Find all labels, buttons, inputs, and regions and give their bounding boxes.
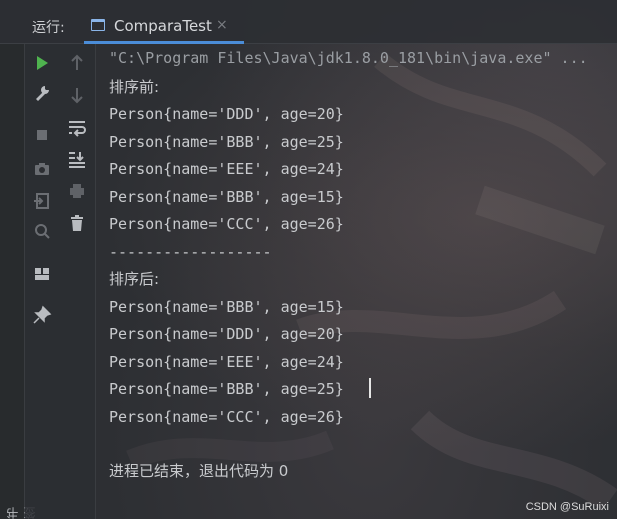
scroll-to-end-icon[interactable] (66, 148, 88, 170)
login-icon[interactable] (31, 190, 53, 212)
watermark: CSDN @SuRuixi (525, 501, 609, 513)
arrow-up-icon[interactable] (66, 52, 88, 74)
run-tab-bar: 运行: ComparaTest × (0, 0, 617, 44)
console-output[interactable]: "C:\Program Files\Java\jdk1.8.0_181\bin\… (96, 44, 617, 519)
console-line: Person{name='EEE', age=24} (109, 160, 344, 178)
camera-icon[interactable] (31, 158, 53, 180)
run-label: 运行: (32, 20, 65, 36)
stop-icon[interactable] (31, 124, 53, 146)
pin-icon[interactable] (31, 304, 53, 326)
console-line: Person{name='CCC', age=26} (109, 408, 344, 426)
console-line: Person{name='DDD', age=20} (109, 105, 344, 123)
console-line: Person{name='BBB', age=25} (109, 133, 344, 151)
separator-line: ------------------ (109, 243, 272, 261)
zoom-icon[interactable] (31, 220, 53, 242)
console-line: Person{name='CCC', age=26} (109, 215, 344, 233)
console-line: Person{name='EEE', age=24} (109, 353, 344, 371)
tab-title: ComparaTest (114, 17, 212, 35)
console-line: Person{name='BBB', age=15} (109, 298, 344, 316)
wrench-icon[interactable] (31, 82, 53, 104)
run-tool-window: 运行: ComparaTest × 书签 (0, 0, 617, 519)
console-tab-icon (91, 19, 105, 31)
run-toolbar-secondary (58, 44, 96, 519)
console-line: Person{name='BBB', age=25} (109, 380, 344, 398)
left-tool-stripe: 书签 (0, 44, 37, 519)
console-line: Person{name='DDD', age=20} (109, 325, 344, 343)
before-sort-label: 排序前: (109, 78, 160, 96)
print-icon[interactable] (66, 180, 88, 202)
text-caret (369, 378, 371, 398)
trash-icon[interactable] (66, 212, 88, 234)
after-sort-label: 排序后: (109, 270, 160, 288)
close-icon[interactable]: × (216, 17, 228, 33)
command-line: "C:\Program Files\Java\jdk1.8.0_181\bin\… (109, 49, 588, 67)
exit-message: 进程已结束，退出代码为 0 (109, 462, 289, 480)
console-line: Person{name='BBB', age=15} (109, 188, 344, 206)
run-icon[interactable] (31, 52, 53, 74)
tab-comparatest[interactable]: ComparaTest × (84, 10, 244, 44)
run-toolbar-primary (25, 44, 58, 519)
layout-icon[interactable] (31, 263, 53, 285)
arrow-down-icon[interactable] (66, 84, 88, 106)
soft-wrap-icon[interactable] (66, 117, 88, 139)
